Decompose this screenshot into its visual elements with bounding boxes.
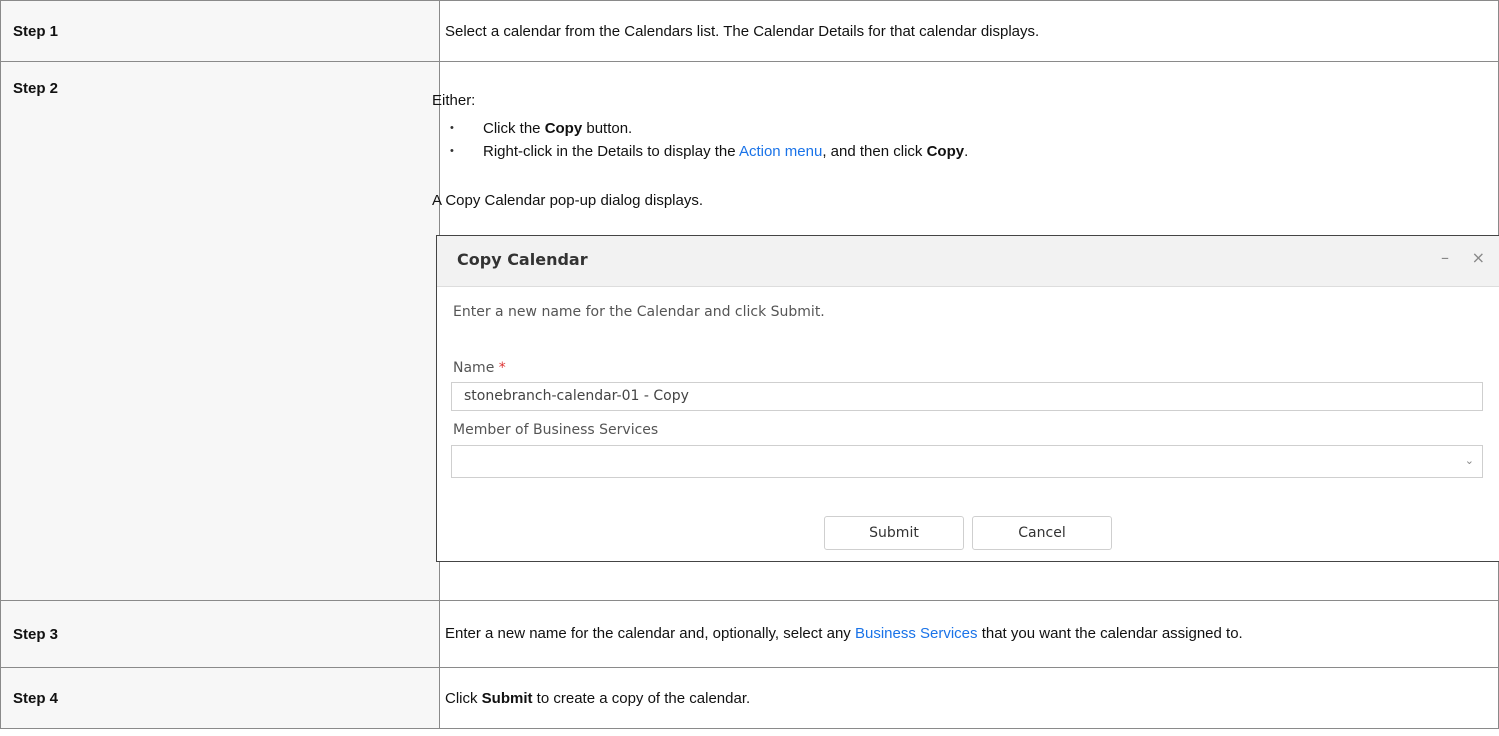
step-3-text-pre: Enter a new name for the calendar and, o… [445,625,855,642]
required-marker: * [498,360,506,376]
action-menu-link[interactable]: Action menu [739,143,822,160]
bullet-text: Right-click in the Details to display th… [483,143,739,160]
bullet-bold: Copy [544,120,583,137]
step-2-after: A Copy Calendar pop-up dialog displays. [432,192,704,209]
bullet-bold: Copy [926,143,965,160]
step-4-text-post: to create a copy of the calendar. [532,689,751,707]
business-services-label: Member of Business Services [453,422,659,438]
minimize-icon[interactable]: – [1441,248,1449,267]
step-2-intro: Either: [432,92,476,109]
chevron-down-icon: ⌄ [1464,454,1474,467]
step-row-1: Step 1 Select a calendar from the Calend… [0,0,1499,62]
dialog-instruction: Enter a new name for the Calendar and cl… [453,304,825,320]
list-item: Click the Copy button. [432,117,968,140]
bullet-text: , and then click [822,143,927,160]
step-1-text: Select a calendar from the Calendars lis… [445,22,1040,40]
dialog-title: Copy Calendar [457,250,588,269]
step-row-3: Step 3 Enter a new name for the calendar… [0,600,1499,668]
step-content: Click Submit to create a copy of the cal… [439,667,1499,729]
step-3-text-post: that you want the calendar assigned to. [977,625,1243,642]
step-4-text-bold: Submit [481,689,533,707]
name-input[interactable]: stonebranch-calendar-01 - Copy [451,382,1483,411]
step-label: Step 3 [0,600,440,668]
step-content: Select a calendar from the Calendars lis… [439,0,1499,62]
step-label: Step 1 [0,0,440,62]
business-services-select[interactable]: ⌄ [451,445,1483,478]
step-label: Step 4 [0,667,440,729]
close-icon[interactable]: × [1472,248,1485,267]
name-field-label: Name * [453,360,506,376]
step-row-4: Step 4 Click Submit to create a copy of … [0,667,1499,729]
step-2-bullet-list: Click the Copy button. Right-click in th… [432,117,968,163]
step-4-text-pre: Click [445,689,482,707]
step-label: Step 2 [0,61,440,601]
cancel-button[interactable]: Cancel [972,516,1112,550]
bullet-text: button. [582,120,633,137]
list-item: Right-click in the Details to display th… [432,140,968,163]
bullet-text: . [964,143,969,160]
copy-calendar-dialog: Copy Calendar – × Enter a new name for t… [436,235,1499,562]
submit-button[interactable]: Submit [824,516,964,550]
business-services-link[interactable]: Business Services [855,625,978,642]
step-content: Enter a new name for the calendar and, o… [439,600,1499,668]
name-label-text: Name [453,360,495,376]
dialog-header: Copy Calendar – × [437,236,1499,287]
bullet-text: Click the [483,120,545,137]
